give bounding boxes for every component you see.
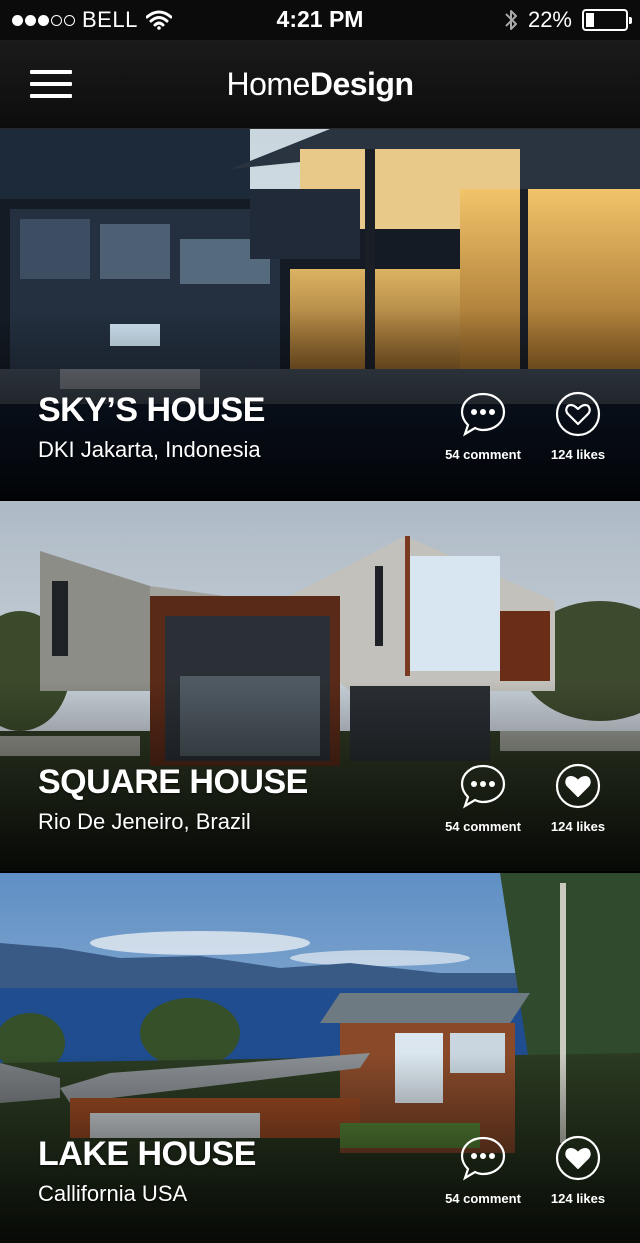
app-title: HomeDesign bbox=[0, 66, 640, 103]
comment-icon bbox=[460, 764, 506, 809]
house-title: LAKE HOUSE bbox=[38, 1135, 256, 1173]
bluetooth-icon bbox=[505, 10, 517, 30]
battery-percent: 22% bbox=[527, 7, 572, 32]
comment-count: 54 comment bbox=[445, 447, 521, 462]
status-right: 22% bbox=[504, 7, 632, 33]
house-card-lake[interactable]: LAKE HOUSE Callifornia USA 54 comment 12… bbox=[0, 873, 640, 1243]
comment-icon bbox=[460, 1136, 506, 1181]
house-title: SQUARE HOUSE bbox=[38, 763, 308, 801]
battery-level-fill bbox=[586, 13, 594, 27]
app-title-bold: Design bbox=[309, 66, 414, 102]
house-card-sky[interactable]: SKY’S HOUSE DKI Jakarta, Indonesia 54 co… bbox=[0, 129, 640, 499]
app-title-light: Home bbox=[226, 66, 310, 102]
comment-count: 54 comment bbox=[445, 1191, 521, 1206]
heart-outline-icon bbox=[555, 391, 601, 437]
heart-filled-icon bbox=[555, 763, 601, 809]
heart-filled-icon bbox=[555, 1135, 601, 1181]
comment-count: 54 comment bbox=[445, 819, 521, 834]
like-button[interactable]: 124 likes bbox=[523, 391, 633, 462]
like-count: 124 likes bbox=[550, 819, 606, 834]
house-location: Rio De Jeneiro, Brazil bbox=[38, 809, 251, 834]
comment-button[interactable]: 54 comment bbox=[428, 391, 538, 462]
battery-icon bbox=[582, 9, 632, 31]
nav-bar: HomeDesign bbox=[0, 40, 640, 129]
comment-button[interactable]: 54 comment bbox=[428, 763, 538, 834]
like-count: 124 likes bbox=[550, 447, 606, 462]
like-count: 124 likes bbox=[550, 1191, 606, 1206]
comment-icon bbox=[460, 392, 506, 437]
house-location: DKI Jakarta, Indonesia bbox=[38, 437, 261, 462]
house-title: SKY’S HOUSE bbox=[38, 391, 265, 429]
house-location: Callifornia USA bbox=[38, 1181, 188, 1206]
comment-button[interactable]: 54 comment bbox=[428, 1135, 538, 1206]
like-button[interactable]: 124 likes bbox=[523, 1135, 633, 1206]
status-bar: BELL 4:21 PM 22% bbox=[0, 0, 640, 40]
house-card-square[interactable]: SQUARE HOUSE Rio De Jeneiro, Brazil 54 c… bbox=[0, 501, 640, 871]
like-button[interactable]: 124 likes bbox=[523, 763, 633, 834]
